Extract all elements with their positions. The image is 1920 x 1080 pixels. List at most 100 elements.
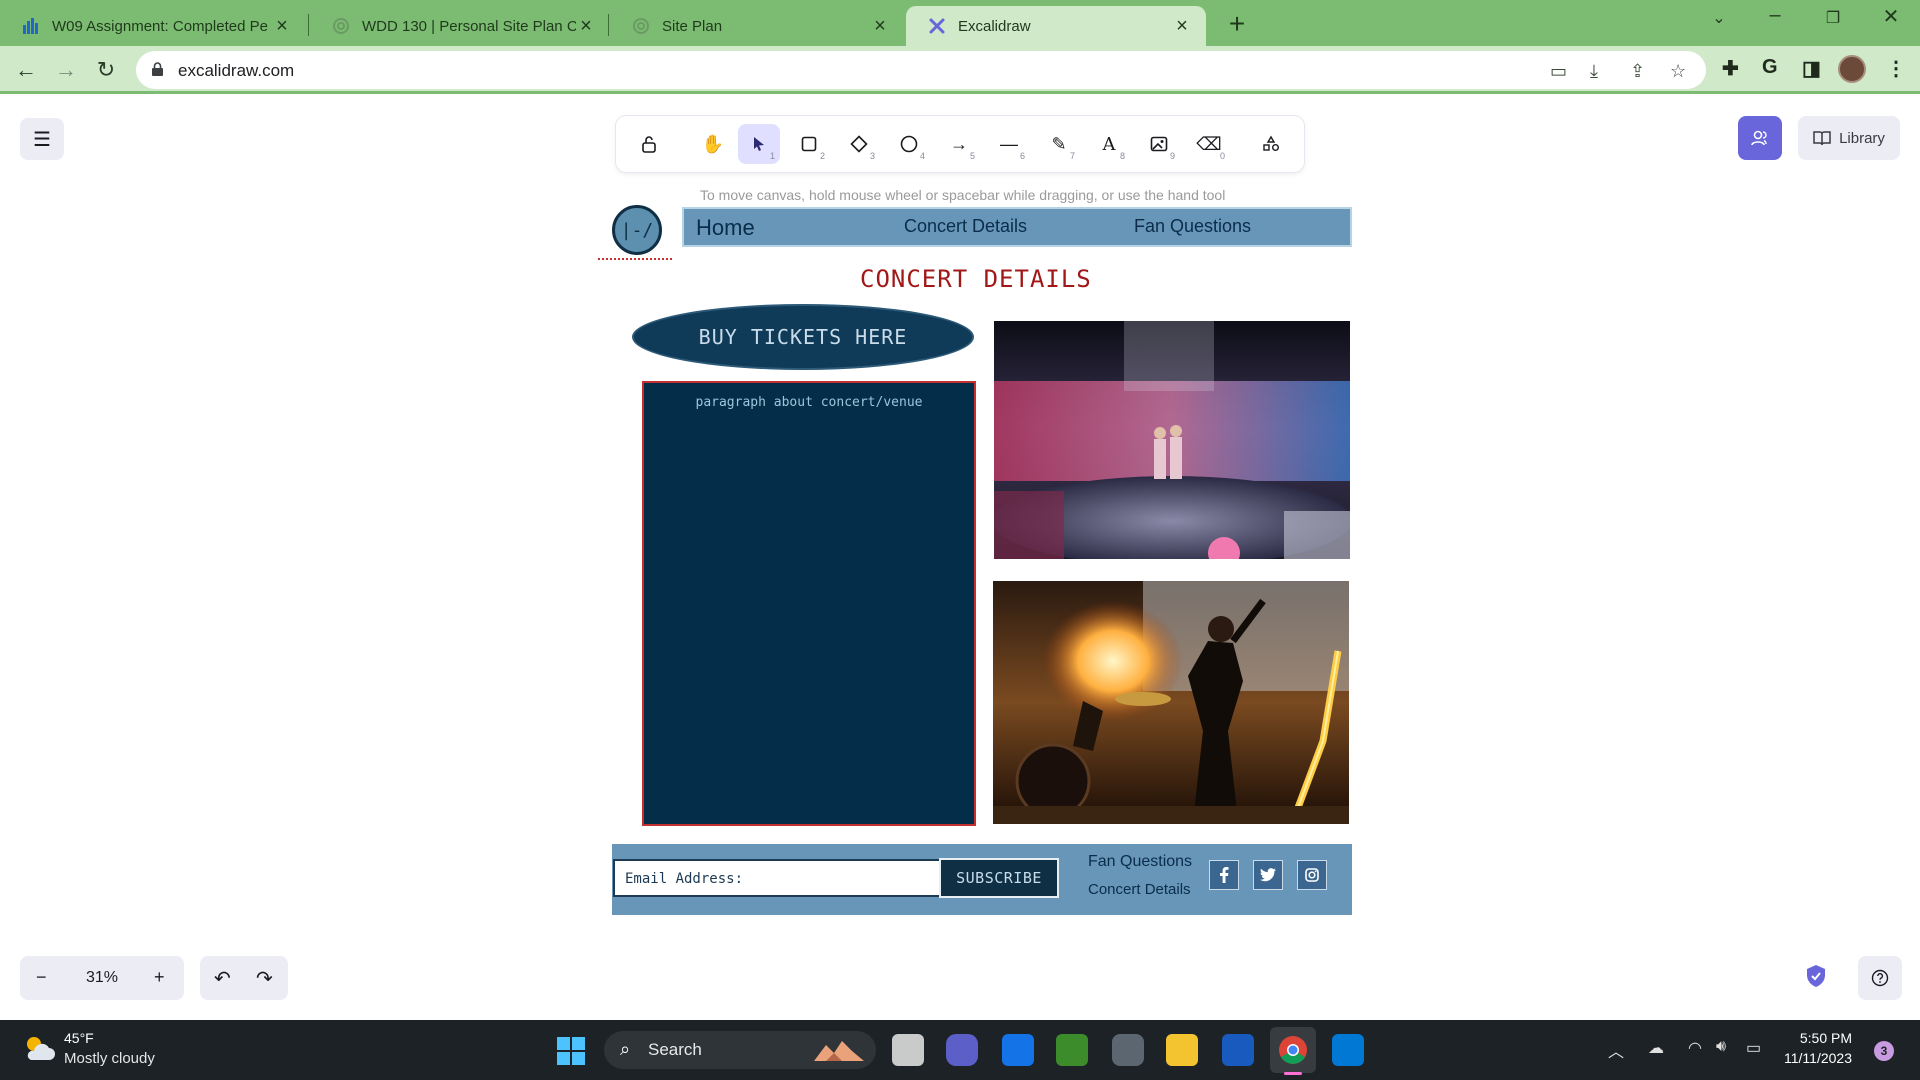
outlook-icon[interactable]: [1002, 1034, 1034, 1066]
address-bar[interactable]: excalidraw.com ▭ ⤓ ⇪ ☆: [136, 51, 1706, 89]
shield-icon[interactable]: [1806, 964, 1826, 988]
diamond-tool[interactable]: 3: [838, 124, 880, 164]
chrome-menu-icon[interactable]: ⋮: [1886, 56, 1906, 81]
lock-icon: [152, 62, 163, 76]
concert-crowd-image[interactable]: [994, 321, 1350, 559]
chrome-taskbar-slot[interactable]: [1270, 1027, 1316, 1073]
eraser-tool[interactable]: ⌫ 0: [1188, 124, 1230, 164]
subscribe-button[interactable]: SUBSCRIBE: [939, 858, 1059, 898]
nav-home[interactable]: Home: [696, 215, 755, 241]
tab-site-plan[interactable]: Site Plan ×: [610, 6, 904, 46]
wifi-icon[interactable]: ◠: [1688, 1038, 1702, 1058]
close-icon[interactable]: ×: [576, 15, 596, 38]
help-button[interactable]: [1858, 956, 1902, 1000]
chevron-up-icon[interactable]: ︿: [1608, 1038, 1624, 1062]
notification-badge[interactable]: 3: [1874, 1041, 1894, 1061]
restore-icon[interactable]: ❐: [1818, 8, 1848, 28]
close-window-icon[interactable]: ✕: [1876, 4, 1906, 29]
text-tool[interactable]: A8: [1088, 124, 1130, 164]
lock-tool[interactable]: [628, 124, 670, 164]
ellipse-tool[interactable]: 4: [888, 124, 930, 164]
band-pyro-image[interactable]: [993, 581, 1349, 824]
hand-tool[interactable]: ✋: [692, 124, 734, 164]
twitter-link[interactable]: [1253, 860, 1283, 890]
nav-fan-questions[interactable]: Fan Questions: [1134, 216, 1251, 237]
extensions-puzzle-icon[interactable]: ✚: [1722, 56, 1739, 81]
tool-key: 8: [1119, 151, 1125, 161]
battery-icon[interactable]: ▭: [1746, 1038, 1761, 1058]
footer-link-fan-questions[interactable]: Fan Questions: [1088, 853, 1192, 871]
zoom-level[interactable]: 31%: [86, 969, 118, 987]
profile-avatar[interactable]: [1838, 55, 1866, 83]
task-view-icon[interactable]: [892, 1034, 924, 1066]
back-icon[interactable]: ←: [12, 56, 40, 84]
teams-icon[interactable]: [946, 1034, 978, 1066]
chrome-icon: [1279, 1036, 1307, 1064]
windows-taskbar: 45°F Mostly cloudy ⌕ Search ︿ ☁ ◠ 🔊︎ ▭ 5…: [0, 1020, 1920, 1080]
redo-icon[interactable]: ↷: [256, 966, 273, 991]
tab-divider: [308, 14, 309, 36]
minimize-icon[interactable]: –: [1760, 4, 1790, 27]
tab-assignment[interactable]: W09 Assignment: Completed Pe ×: [0, 6, 306, 46]
weather-description[interactable]: Mostly cloudy: [64, 1050, 155, 1067]
main-menu-button[interactable]: ☰: [20, 118, 64, 160]
weather-temperature[interactable]: 45°F: [64, 1030, 94, 1046]
zoom-out-button[interactable]: −: [36, 967, 47, 988]
forward-icon[interactable]: →: [52, 56, 80, 84]
clock-date[interactable]: 11/11/2023: [1768, 1050, 1852, 1066]
tab-excalidraw[interactable]: Excalidraw ×: [906, 6, 1206, 46]
clipboard-icon[interactable]: ▭: [1550, 61, 1567, 82]
reload-icon[interactable]: ↻: [92, 56, 120, 84]
image-tool[interactable]: 9: [1138, 124, 1180, 164]
hamburger-icon: ☰: [33, 128, 51, 151]
page-title[interactable]: CONCERT DETAILS: [860, 265, 1092, 293]
cloud-sun-icon[interactable]: [22, 1034, 56, 1062]
volume-icon[interactable]: 🔊︎: [1716, 1038, 1726, 1056]
clock-time[interactable]: 5:50 PM: [1776, 1030, 1852, 1046]
tool-key: 6: [1019, 151, 1025, 161]
wireframe-navbar[interactable]: Home Concert Details Fan Questions: [682, 207, 1352, 247]
rectangle-tool[interactable]: 2: [788, 124, 830, 164]
draw-tool[interactable]: ✎ 7: [1038, 124, 1080, 164]
library-button[interactable]: Library: [1798, 116, 1900, 160]
instagram-link[interactable]: [1297, 860, 1327, 890]
zoom-controls: − 31% +: [20, 956, 184, 1000]
onedrive-cloud-icon[interactable]: ☁: [1648, 1038, 1664, 1058]
paragraph-box[interactable]: paragraph about concert/venue: [642, 381, 976, 826]
taskbar-search[interactable]: ⌕ Search: [604, 1031, 876, 1069]
install-icon[interactable]: ⤓: [1590, 61, 1598, 82]
buy-tickets-button[interactable]: BUY TICKETS HERE: [632, 304, 974, 370]
minecraft-icon[interactable]: [1056, 1034, 1088, 1066]
tab-search-icon[interactable]: ⌄: [1704, 8, 1734, 28]
tab-wdd130[interactable]: WDD 130 | Personal Site Plan Co ×: [310, 6, 610, 46]
line-tool[interactable]: —6: [988, 124, 1030, 164]
undo-icon[interactable]: ↶: [214, 966, 231, 991]
circle-icon: [900, 135, 918, 153]
arrow-tool[interactable]: → 5: [938, 124, 980, 164]
extra-tools[interactable]: [1250, 124, 1292, 164]
site-logo[interactable]: |-/: [612, 205, 662, 255]
camera-icon[interactable]: [1112, 1034, 1144, 1066]
share-icon[interactable]: ⇪: [1630, 61, 1645, 82]
grammarly-icon[interactable]: G: [1762, 56, 1778, 79]
zoom-in-button[interactable]: +: [154, 967, 165, 988]
bookmark-star-icon[interactable]: ☆: [1670, 61, 1686, 82]
footer-link-concert-details[interactable]: Concert Details: [1088, 881, 1191, 898]
nav-concert-details[interactable]: Concert Details: [904, 216, 1027, 237]
selection-tool[interactable]: 1: [738, 124, 780, 164]
close-icon[interactable]: ×: [272, 15, 292, 38]
new-tab-button[interactable]: +: [1222, 8, 1252, 40]
history-controls: ↶ ↷: [200, 956, 288, 1000]
vscode-icon[interactable]: [1332, 1034, 1364, 1066]
windows-start-icon[interactable]: [556, 1036, 586, 1066]
collaborate-button[interactable]: [1738, 116, 1782, 160]
close-icon[interactable]: ×: [1172, 15, 1192, 38]
tab-divider: [608, 14, 609, 36]
tab-strip: W09 Assignment: Completed Pe × WDD 130 |…: [0, 0, 1920, 46]
facebook-link[interactable]: [1209, 860, 1239, 890]
word-icon[interactable]: [1222, 1034, 1254, 1066]
email-field[interactable]: Email Address:: [613, 859, 941, 897]
close-icon[interactable]: ×: [870, 15, 890, 38]
side-panel-icon[interactable]: ◨: [1802, 56, 1821, 81]
file-explorer-icon[interactable]: [1166, 1034, 1198, 1066]
